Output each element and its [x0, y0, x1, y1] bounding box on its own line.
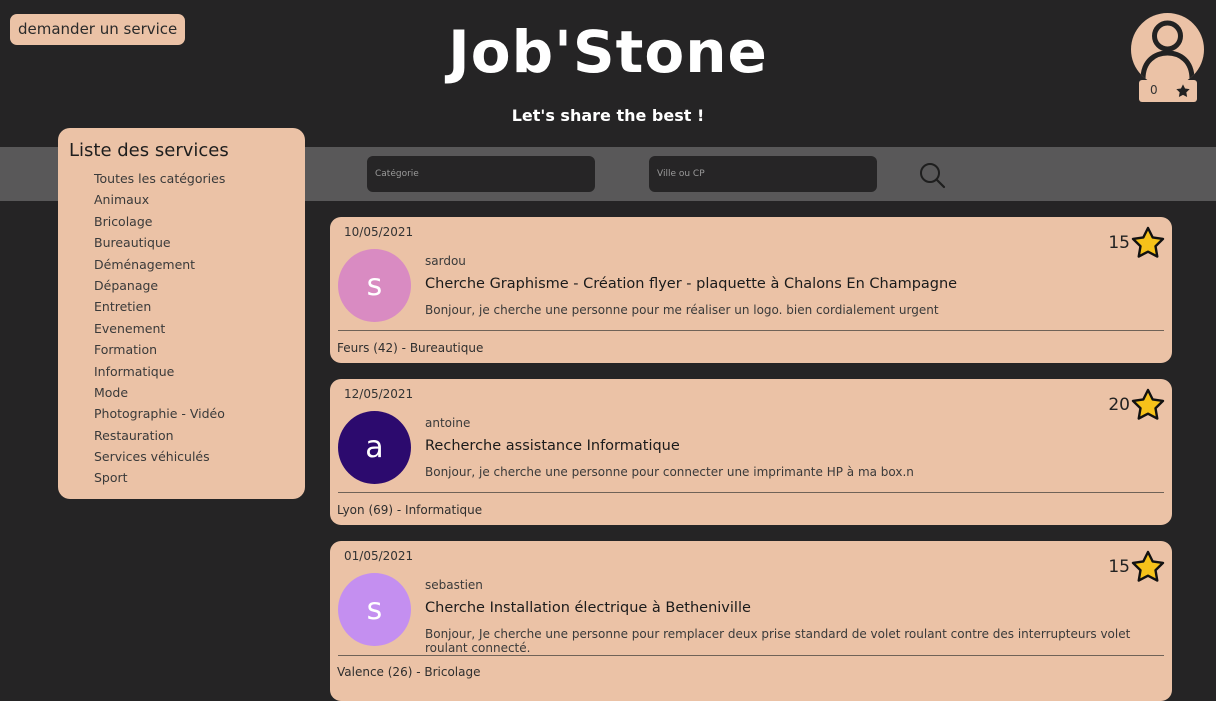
- service-card[interactable]: 10/05/2021 15 s sardou Cherche Graphisme…: [330, 217, 1172, 363]
- post-location: Feurs (42) - Bureautique: [337, 341, 484, 355]
- post-title[interactable]: Cherche Graphisme - Création flyer - pla…: [425, 276, 957, 292]
- author-avatar: s: [338, 249, 411, 322]
- sidebar-item-entretien[interactable]: Entretien: [94, 296, 225, 317]
- post-description: Bonjour, je cherche une personne pour co…: [425, 465, 914, 479]
- sidebar-item-bricolage[interactable]: Bricolage: [94, 211, 225, 232]
- post-title[interactable]: Cherche Installation électrique à Bethen…: [425, 600, 751, 616]
- author-name: antoine: [425, 416, 471, 430]
- author-avatar: a: [338, 411, 411, 484]
- post-score: 15: [1108, 233, 1130, 253]
- post-location: Lyon (69) - Informatique: [337, 503, 483, 517]
- author-name: sardou: [425, 254, 466, 268]
- service-card[interactable]: 01/05/2021 15 s sebastien Cherche Instal…: [330, 541, 1172, 701]
- post-description: Bonjour, Je cherche une personne pour re…: [425, 627, 1131, 655]
- user-score-badge: 0: [1139, 80, 1197, 102]
- author-name: sebastien: [425, 578, 483, 592]
- star-icon[interactable]: [1130, 225, 1166, 261]
- sidebar-item-photographie[interactable]: Photographie - Vidéo: [94, 403, 225, 424]
- category-list: Toutes les catégories Animaux Bricolage …: [94, 168, 225, 489]
- card-divider: [338, 655, 1164, 656]
- sidebar-item-all[interactable]: Toutes les catégories: [94, 168, 225, 189]
- service-card[interactable]: 12/05/2021 20 a antoine Recherche assist…: [330, 379, 1172, 525]
- post-date: 10/05/2021: [344, 225, 414, 239]
- sidebar-item-depanage[interactable]: Dépanage: [94, 275, 225, 296]
- sidebar-item-demenagement[interactable]: Déménagement: [94, 254, 225, 275]
- post-title[interactable]: Recherche assistance Informatique: [425, 438, 680, 454]
- sidebar-item-mode[interactable]: Mode: [94, 382, 225, 403]
- sidebar-item-bureautique[interactable]: Bureautique: [94, 232, 225, 253]
- sidebar-item-formation[interactable]: Formation: [94, 339, 225, 360]
- card-divider: [338, 330, 1164, 331]
- user-score-value: 0: [1150, 83, 1158, 97]
- star-icon[interactable]: [1130, 549, 1166, 585]
- sidebar-item-informatique[interactable]: Informatique: [94, 361, 225, 382]
- post-score: 20: [1108, 395, 1130, 415]
- profile-avatar[interactable]: [1131, 13, 1204, 86]
- post-description: Bonjour, je cherche une personne pour me…: [425, 303, 939, 317]
- author-avatar: s: [338, 573, 411, 646]
- category-input[interactable]: [367, 156, 595, 192]
- tagline: Let's share the best !: [511, 106, 705, 125]
- search-icon[interactable]: [918, 161, 946, 189]
- sidebar-item-animaux[interactable]: Animaux: [94, 189, 225, 210]
- star-icon[interactable]: [1130, 387, 1166, 423]
- user-avatar-icon: [1140, 20, 1195, 80]
- sidebar-item-services-vehicules[interactable]: Services véhiculés: [94, 446, 225, 467]
- sidebar-item-evenement[interactable]: Evenement: [94, 318, 225, 339]
- star-icon: [1176, 84, 1190, 98]
- site-logo[interactable]: Job'Stone: [0, 18, 1216, 86]
- post-date: 12/05/2021: [344, 387, 414, 401]
- post-score: 15: [1108, 557, 1130, 577]
- sidebar-item-sport[interactable]: Sport: [94, 467, 225, 488]
- post-location: Valence (26) - Bricolage: [337, 665, 481, 679]
- card-divider: [338, 492, 1164, 493]
- sidebar-item-restauration[interactable]: Restauration: [94, 425, 225, 446]
- city-input[interactable]: [649, 156, 877, 192]
- post-date: 01/05/2021: [344, 549, 414, 563]
- services-sidebar: Liste des services Toutes les catégories…: [58, 128, 305, 499]
- sidebar-title: Liste des services: [69, 140, 229, 161]
